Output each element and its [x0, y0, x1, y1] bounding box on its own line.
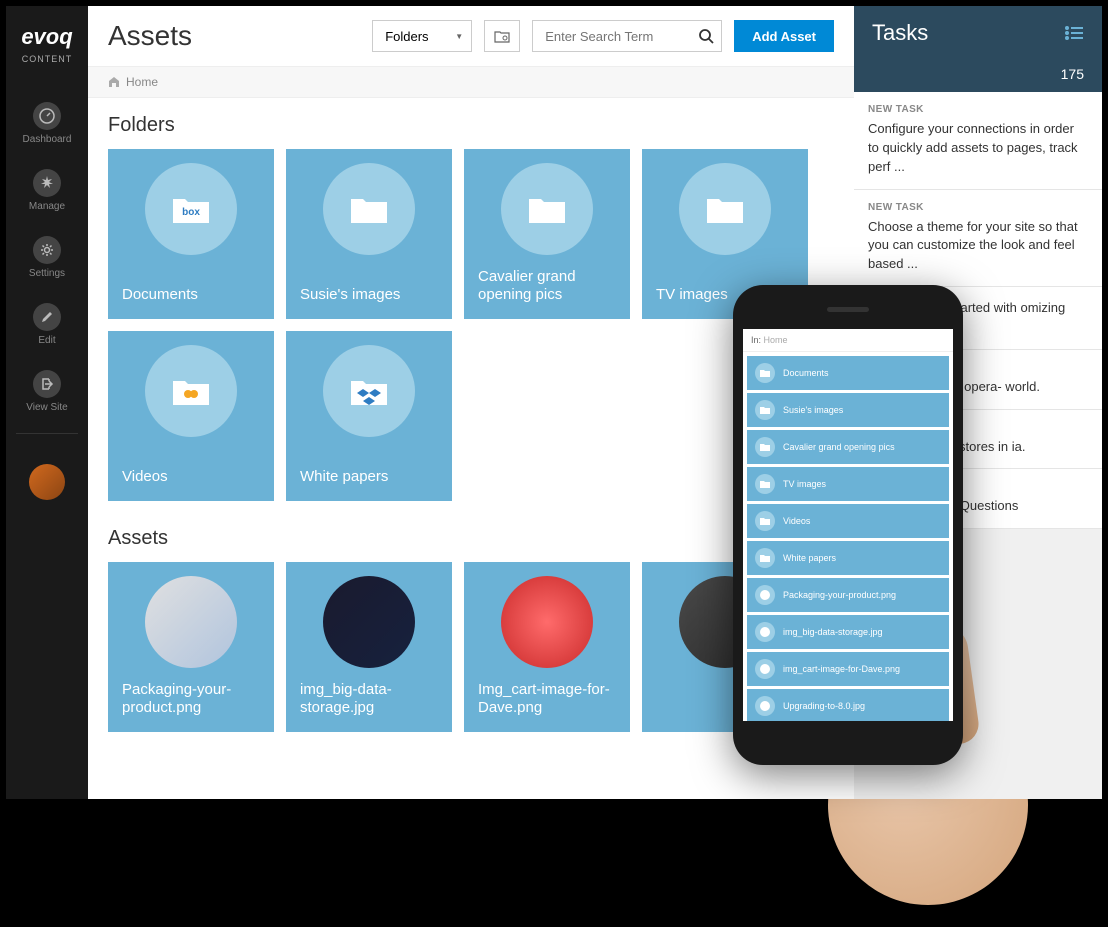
nav-edit[interactable]: Edit	[6, 291, 88, 358]
tasks-panel: Tasks 175 NEW TASK Configure your connect…	[854, 6, 1102, 799]
nav-separator	[16, 433, 78, 434]
filter-dropdown[interactable]: Folders	[372, 20, 472, 52]
folder-icon	[501, 163, 593, 255]
asset-thumbnail	[323, 576, 415, 668]
folder-icon	[323, 345, 415, 437]
asset-name: Img_cart-image-for-Dave.png	[478, 681, 616, 719]
dashboard-icon	[33, 102, 61, 130]
folder-settings-button[interactable]	[484, 20, 520, 52]
task-type: mission	[868, 422, 1088, 433]
asset-thumbnail	[679, 576, 771, 668]
brand-name: evoq	[6, 24, 88, 50]
search-input[interactable]	[532, 20, 722, 52]
folder-name: Susie's images	[300, 286, 438, 305]
tasks-header: Tasks	[854, 6, 1102, 60]
task-description: ra Optical retail stores in ia.	[868, 438, 1088, 457]
folder-icon	[323, 163, 415, 255]
folder-tile[interactable]: Susie's images	[286, 149, 452, 319]
main-panel: Assets Folders Add Asset Home Folders bo…	[88, 6, 854, 799]
folder-tile[interactable]: Videos	[108, 331, 274, 501]
task-description: our site to get started with omizing you…	[868, 299, 1088, 337]
folder-name: Videos	[122, 468, 260, 487]
task-type: NEW TASK	[868, 202, 1088, 213]
list-view-icon[interactable]	[1064, 25, 1084, 41]
asset-thumbnail	[145, 576, 237, 668]
home-icon	[108, 76, 120, 88]
tasks-title: Tasks	[872, 20, 1064, 46]
asset-name: img_big-data-storage.jpg	[300, 681, 438, 719]
folder-name: Documents	[122, 286, 260, 305]
assets-section-title: Assets	[108, 527, 834, 550]
content-area: Folders box Documents Susie's images Cavali…	[88, 98, 854, 799]
task-description: bout Us and our opera- world.	[868, 378, 1088, 397]
gear-icon	[33, 236, 61, 264]
nav-settings[interactable]: Settings	[6, 224, 88, 291]
task-description: Configure your connections in order to q…	[868, 120, 1088, 177]
nav-dashboard[interactable]: Dashboard	[6, 90, 88, 157]
svg-text:box: box	[182, 207, 200, 218]
brand-subtitle: CONTENT	[6, 54, 88, 64]
brand-logo: evoq CONTENT	[6, 16, 88, 72]
folder-gear-icon	[494, 29, 510, 43]
nav-view-site[interactable]: View Site	[6, 358, 88, 425]
breadcrumb[interactable]: Home	[88, 66, 854, 98]
task-type: mission	[868, 481, 1088, 492]
folder-tile[interactable]: Cavalier grand opening pics	[464, 149, 630, 319]
folder-icon	[145, 345, 237, 437]
asset-tile[interactable]	[642, 562, 808, 732]
nav-manage[interactable]: Manage	[6, 157, 88, 224]
task-type: NEW TASK	[868, 104, 1088, 115]
search-icon[interactable]	[698, 28, 714, 44]
task-description: equently Asked Questions	[868, 497, 1088, 516]
asset-tile[interactable]: Img_cart-image-for-Dave.png	[464, 562, 630, 732]
folder-name: Cavalier grand opening pics	[478, 268, 616, 306]
asset-tile[interactable]: img_big-data-storage.jpg	[286, 562, 452, 732]
folder-tile[interactable]: White papers	[286, 331, 452, 501]
task-item[interactable]: our site to get started with omizing you…	[854, 287, 1102, 350]
task-item[interactable]: NEW TASK Configure your connections in or…	[854, 92, 1102, 190]
folder-name: TV images	[656, 286, 794, 305]
page-title: Assets	[108, 20, 360, 52]
asset-tile[interactable]: Packaging-your-product.png	[108, 562, 274, 732]
tasks-count: 175	[854, 60, 1102, 92]
header: Assets Folders Add Asset	[88, 6, 854, 66]
task-description: Choose a theme for your site so that you…	[868, 218, 1088, 275]
breadcrumb-home: Home	[126, 75, 158, 89]
folders-section-title: Folders	[108, 114, 834, 137]
task-item[interactable]: mission equently Asked Questions	[854, 469, 1102, 529]
folder-name: White papers	[300, 468, 438, 487]
sidebar: evoq CONTENT Dashboard Manage Settings	[6, 6, 88, 799]
user-avatar[interactable]	[29, 464, 65, 500]
folder-tile[interactable]: TV images	[642, 149, 808, 319]
exit-icon	[33, 370, 61, 398]
pencil-icon	[33, 303, 61, 331]
add-asset-button[interactable]: Add Asset	[734, 20, 834, 52]
asset-name: Packaging-your-product.png	[122, 681, 260, 719]
folder-tile[interactable]: box Documents	[108, 149, 274, 319]
manage-icon	[33, 169, 61, 197]
folder-icon: box	[145, 163, 237, 255]
task-item[interactable]: iew bout Us and our opera- world.	[854, 350, 1102, 410]
task-item[interactable]: mission ra Optical retail stores in ia.	[854, 410, 1102, 470]
task-type: iew	[868, 362, 1088, 373]
folder-icon	[679, 163, 771, 255]
asset-thumbnail	[501, 576, 593, 668]
task-item[interactable]: NEW TASK Choose a theme for your site so …	[854, 190, 1102, 288]
